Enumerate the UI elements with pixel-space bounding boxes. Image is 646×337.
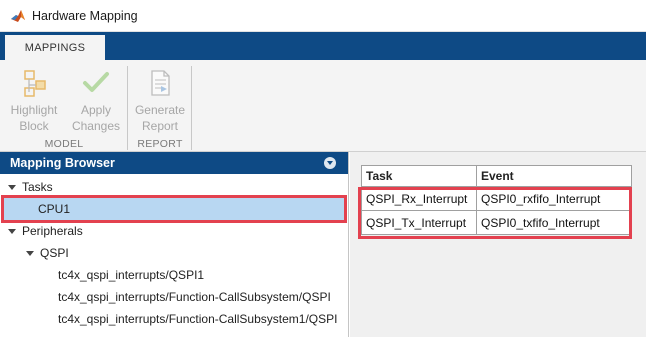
task-cell[interactable]: QSPI_Tx_Interrupt [361, 210, 477, 235]
expand-caret-icon[interactable] [8, 184, 16, 190]
generate-report-button[interactable]: Generate Report [132, 68, 188, 134]
table-row[interactable]: QSPI_Rx_Interrupt QSPI0_rxfifo_Interrupt [361, 186, 632, 211]
report-group-label: REPORT [137, 138, 183, 150]
title-bar: Hardware Mapping [0, 0, 646, 32]
group-separator [191, 66, 192, 150]
tree-node-tasks[interactable]: Tasks [0, 176, 348, 198]
ribbon: Highlight Block Apply Changes MODEL Gene… [0, 60, 646, 152]
checkmark-icon [81, 68, 111, 98]
tree-node-label: QSPI [40, 246, 69, 260]
tree-node-label: CPU1 [38, 202, 71, 216]
column-header-event[interactable]: Event [476, 165, 632, 187]
mapping-browser: Mapping Browser Tasks CPU1 Peripherals Q… [0, 152, 349, 337]
event-cell[interactable]: QSPI0_rxfifo_Interrupt [476, 186, 632, 211]
apply-changes-label: Apply Changes [71, 103, 121, 133]
tree-node-label: Tasks [22, 180, 53, 194]
expand-caret-icon[interactable] [8, 228, 16, 234]
mapping-browser-header: Mapping Browser [0, 152, 348, 174]
highlight-block-label: Highlight Block [10, 103, 58, 133]
task-cell[interactable]: QSPI_Rx_Interrupt [361, 186, 477, 211]
generate-report-label: Generate Report [134, 103, 186, 133]
mapping-table-panel: Task Event QSPI_Rx_Interrupt QSPI0_rxfif… [350, 152, 646, 337]
tree-node-label: tc4x_qspi_interrupts/Function-CallSubsys… [58, 290, 331, 304]
tree-node-qspi-item[interactable]: tc4x_qspi_interrupts/Function-CallSubsys… [0, 286, 348, 308]
report-group: Generate Report REPORT [128, 66, 192, 150]
model-group: Highlight Block Apply Changes MODEL [0, 66, 128, 150]
tree-node-qspi[interactable]: QSPI [0, 242, 348, 264]
apply-changes-button[interactable]: Apply Changes [68, 68, 124, 134]
main-area: Mapping Browser Tasks CPU1 Peripherals Q… [0, 152, 646, 337]
tab-mappings[interactable]: MAPPINGS [5, 35, 105, 60]
event-cell[interactable]: QSPI0_txfifo_Interrupt [476, 210, 632, 235]
column-header-task[interactable]: Task [361, 165, 477, 187]
collapse-panel-icon[interactable] [324, 157, 336, 169]
expand-caret-icon[interactable] [26, 250, 34, 256]
tree-node-qspi-item[interactable]: tc4x_qspi_interrupts/QSPI1 [0, 264, 348, 286]
tree-node-label: tc4x_qspi_interrupts/Function-CallSubsys… [58, 312, 338, 326]
highlight-block-icon [19, 68, 49, 98]
window-title: Hardware Mapping [32, 8, 138, 23]
table-header-row: Task Event [361, 165, 632, 187]
report-icon [145, 68, 175, 98]
matlab-logo-icon [11, 9, 25, 22]
tree-node-label: Peripherals [22, 224, 83, 238]
highlight-block-button[interactable]: Highlight Block [6, 68, 62, 134]
tree-node-qspi-item[interactable]: tc4x_qspi_interrupts/Function-CallSubsys… [0, 308, 348, 330]
model-group-label: MODEL [44, 138, 84, 150]
tree-node-label: tc4x_qspi_interrupts/QSPI1 [58, 268, 205, 282]
ribbon-tab-strip: MAPPINGS [0, 32, 646, 60]
table-row[interactable]: QSPI_Tx_Interrupt QSPI0_txfifo_Interrupt [361, 210, 632, 235]
mapping-browser-title: Mapping Browser [10, 156, 115, 170]
tree-node-peripherals[interactable]: Peripherals [0, 220, 348, 242]
tree-node-cpu1[interactable]: CPU1 [4, 198, 344, 220]
mapping-table: Task Event QSPI_Rx_Interrupt QSPI0_rxfif… [361, 165, 632, 235]
